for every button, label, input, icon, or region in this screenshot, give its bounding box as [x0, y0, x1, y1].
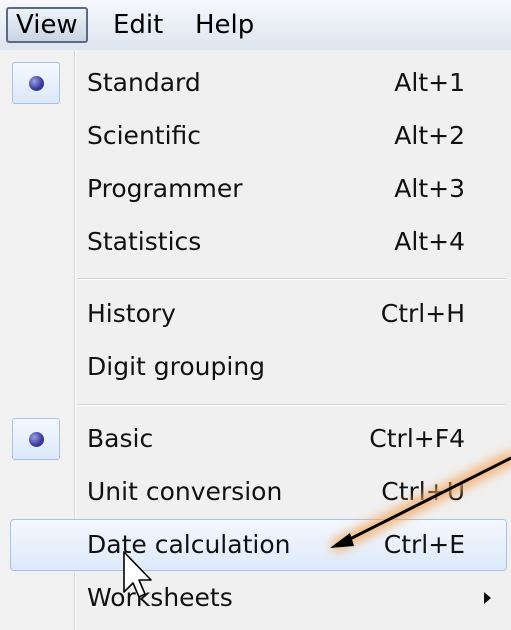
menu-item-standard[interactable]: Standard Alt+1 — [0, 57, 511, 109]
menu-item-shortcut: Alt+4 — [394, 227, 465, 256]
menu-item-shortcut: Alt+1 — [394, 68, 465, 97]
menu-item-date-calculation[interactable]: Date calculation Ctrl+E — [0, 519, 511, 571]
radio-selected-icon — [29, 432, 44, 447]
menu-item-history[interactable]: History Ctrl+H — [0, 288, 511, 340]
menu-item-statistics[interactable]: Statistics Alt+4 — [0, 216, 511, 268]
menu-item-label: History — [87, 299, 176, 328]
menu-item-shortcut: Alt+3 — [394, 174, 465, 203]
menu-item-worksheets[interactable]: Worksheets — [0, 572, 511, 624]
edit-menu[interactable]: Edit — [113, 7, 163, 43]
menu-item-label: Standard — [87, 68, 201, 97]
menu-item-shortcut: Ctrl+F4 — [369, 424, 465, 453]
radio-check-box — [12, 418, 60, 460]
menu-separator — [78, 278, 506, 280]
menu-item-label: Unit conversion — [87, 477, 283, 506]
menu-item-shortcut: Ctrl+H — [380, 299, 465, 328]
menu-bar: View Edit Help — [0, 0, 511, 51]
view-menu[interactable]: View — [6, 7, 88, 43]
menu-item-label: Scientific — [87, 121, 202, 150]
submenu-arrow-icon — [484, 592, 491, 604]
menu-item-label: Statistics — [87, 227, 202, 256]
menu-item-unit-conversion[interactable]: Unit conversion Ctrl+U — [0, 466, 511, 518]
menu-item-label: Programmer — [87, 174, 243, 203]
help-menu[interactable]: Help — [195, 7, 254, 43]
menu-item-digit-grouping[interactable]: Digit grouping — [0, 341, 511, 393]
menu-item-shortcut: Ctrl+E — [383, 530, 465, 559]
menu-item-basic[interactable]: Basic Ctrl+F4 — [0, 413, 511, 465]
menu-item-scientific[interactable]: Scientific Alt+2 — [0, 110, 511, 162]
menu-item-shortcut: Ctrl+U — [381, 477, 465, 506]
menu-item-label: Date calculation — [87, 530, 291, 559]
radio-check-box — [12, 62, 60, 104]
menu-separator — [78, 404, 506, 406]
menu-item-label: Basic — [87, 424, 154, 453]
menu-item-shortcut: Alt+2 — [394, 121, 465, 150]
menu-item-label: Worksheets — [87, 583, 233, 612]
radio-selected-icon — [29, 76, 44, 91]
menu-item-programmer[interactable]: Programmer Alt+3 — [0, 163, 511, 215]
menu-item-label: Digit grouping — [87, 352, 266, 381]
